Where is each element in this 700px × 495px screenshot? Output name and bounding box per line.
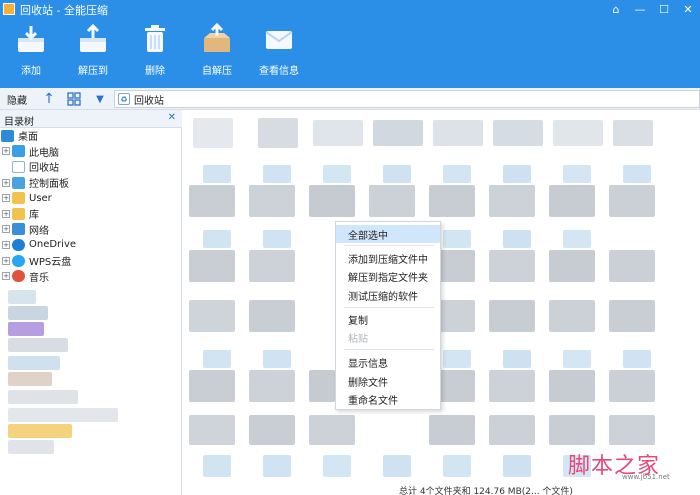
folder-icon: [12, 192, 25, 205]
blurred-tree-item: [8, 306, 48, 320]
expand-icon[interactable]: +: [2, 194, 10, 203]
directory-tree-pane: 目录树 ✕ 桌面 + 此电脑 回收站 + 控制面板 + User + 库 + 网…: [0, 110, 182, 495]
self-extract-button[interactable]: 自解压: [186, 22, 248, 82]
blurred-tree-item: [8, 424, 72, 438]
tree-item-library[interactable]: + 库: [0, 206, 182, 222]
watermark: 脚本之家 www.jb51.net: [568, 448, 696, 484]
add-icon: [14, 22, 48, 56]
blurred-tree-item: [8, 322, 44, 336]
hide-button[interactable]: 隐藏: [7, 92, 27, 107]
expand-icon[interactable]: +: [2, 256, 10, 265]
menu-separator: [344, 245, 434, 246]
app-header: 回收站 - 全能压缩 ⌂ — ☐ ✕ 添加 解压到 删除 自解压 查看信息: [0, 0, 700, 88]
tree-item-onedrive[interactable]: + OneDrive: [0, 237, 182, 253]
file-list-area[interactable]: [183, 110, 700, 485]
status-text: 总计 4个文件夹和 124.76 MB(2... 个文件): [399, 487, 573, 495]
watermark-url: www.jb51.net: [622, 473, 670, 481]
chevron-down-icon[interactable]: ▼: [91, 90, 109, 108]
tree-header: 目录树 ✕: [0, 110, 182, 128]
control-panel-icon: [12, 176, 25, 189]
computer-icon: [12, 145, 25, 158]
network-icon: [12, 223, 25, 236]
up-arrow-icon[interactable]: ↑: [40, 90, 58, 108]
path-field[interactable]: ♻ 回收站: [114, 90, 700, 108]
recycle-bin-icon: [12, 160, 25, 173]
close-icon[interactable]: ✕: [676, 0, 700, 18]
menu-item-delete-file[interactable]: 删除文件: [336, 372, 440, 390]
tree-item-music[interactable]: + 音乐: [0, 268, 182, 284]
tree-item-user[interactable]: + User: [0, 190, 182, 206]
status-bar: 总计 4个文件夹和 124.76 MB(2... 个文件): [183, 484, 700, 495]
info-mail-icon: [262, 22, 296, 56]
music-icon: [12, 270, 25, 283]
tree-list: 桌面 + 此电脑 回收站 + 控制面板 + User + 库 + 网络 + On…: [0, 128, 182, 284]
tree-item-this-pc[interactable]: + 此电脑: [0, 144, 182, 160]
menu-item-extract-to-folder[interactable]: 解压到指定文件夹: [336, 267, 440, 285]
path-text: 回收站: [134, 95, 164, 107]
expand-icon[interactable]: +: [2, 147, 10, 156]
blurred-tree-item: [8, 372, 52, 386]
main-toolbar: 添加 解压到 删除 自解压 查看信息: [0, 22, 310, 82]
tree-title: 目录树: [4, 117, 34, 128]
expand-icon[interactable]: +: [2, 178, 10, 187]
maximize-icon[interactable]: ☐: [652, 0, 676, 18]
expand-icon[interactable]: +: [2, 272, 10, 281]
desktop-icon: [1, 129, 14, 142]
expand-icon[interactable]: +: [2, 240, 10, 249]
address-bar: 隐藏 ↑ ▼ ♻ 回收站: [0, 88, 700, 110]
delete-button[interactable]: 删除: [124, 22, 186, 82]
app-icon: [3, 3, 15, 15]
menu-separator: [344, 307, 434, 308]
add-button[interactable]: 添加: [0, 22, 62, 82]
menu-item-copy[interactable]: 复制: [336, 310, 440, 328]
blurred-tree-item: [8, 408, 118, 422]
cloud-icon: [12, 254, 25, 267]
title-bar: 回收站 - 全能压缩 ⌂ — ☐ ✕: [0, 0, 700, 18]
menu-item-rename-file[interactable]: 重命名文件: [336, 390, 440, 408]
extract-to-button[interactable]: 解压到: [62, 22, 124, 82]
menu-item-select-all[interactable]: 全部选中: [336, 225, 440, 243]
menu-item-test-archive[interactable]: 测试压缩的软件: [336, 286, 440, 304]
tree-item-network[interactable]: + 网络: [0, 222, 182, 238]
grid-view-icon[interactable]: [65, 90, 83, 108]
tree-item-desktop[interactable]: 桌面: [0, 128, 182, 144]
blurred-tree-item: [8, 356, 60, 370]
trash-icon: [138, 22, 172, 56]
tree-item-wps-cloud[interactable]: + WPS云盘: [0, 253, 182, 269]
blurred-tree-item: [8, 390, 78, 404]
self-extract-icon: [200, 22, 234, 56]
menu-item-show-info[interactable]: 显示信息: [336, 353, 440, 371]
view-info-button[interactable]: 查看信息: [248, 22, 310, 82]
window-controls: ⌂ — ☐ ✕: [604, 0, 700, 18]
blurred-tree-item: [8, 290, 36, 304]
expand-icon[interactable]: +: [2, 209, 10, 218]
restore-icon[interactable]: ⌂: [604, 0, 628, 18]
cloud-icon: [12, 238, 25, 251]
close-icon[interactable]: ✕: [168, 112, 176, 123]
recycle-bin-icon: ♻: [118, 93, 130, 105]
expand-icon[interactable]: +: [2, 225, 10, 234]
tree-item-recycle-bin[interactable]: 回收站: [0, 159, 182, 175]
menu-item-add-to-archive[interactable]: 添加到压缩文件中: [336, 249, 440, 267]
blurred-tree-item: [8, 440, 54, 454]
menu-item-paste: 粘贴: [348, 333, 368, 345]
window-title: 回收站 - 全能压缩: [20, 4, 108, 17]
folder-icon: [12, 207, 25, 220]
minimize-icon[interactable]: —: [628, 0, 652, 18]
menu-separator: [344, 349, 434, 350]
tree-item-control-panel[interactable]: + 控制面板: [0, 175, 182, 191]
extract-to-icon: [76, 22, 110, 56]
context-menu: 全部选中 添加到压缩文件中 解压到指定文件夹 测试压缩的软件 复制 粘贴 显示信…: [335, 221, 441, 410]
blurred-tree-item: [8, 338, 68, 352]
